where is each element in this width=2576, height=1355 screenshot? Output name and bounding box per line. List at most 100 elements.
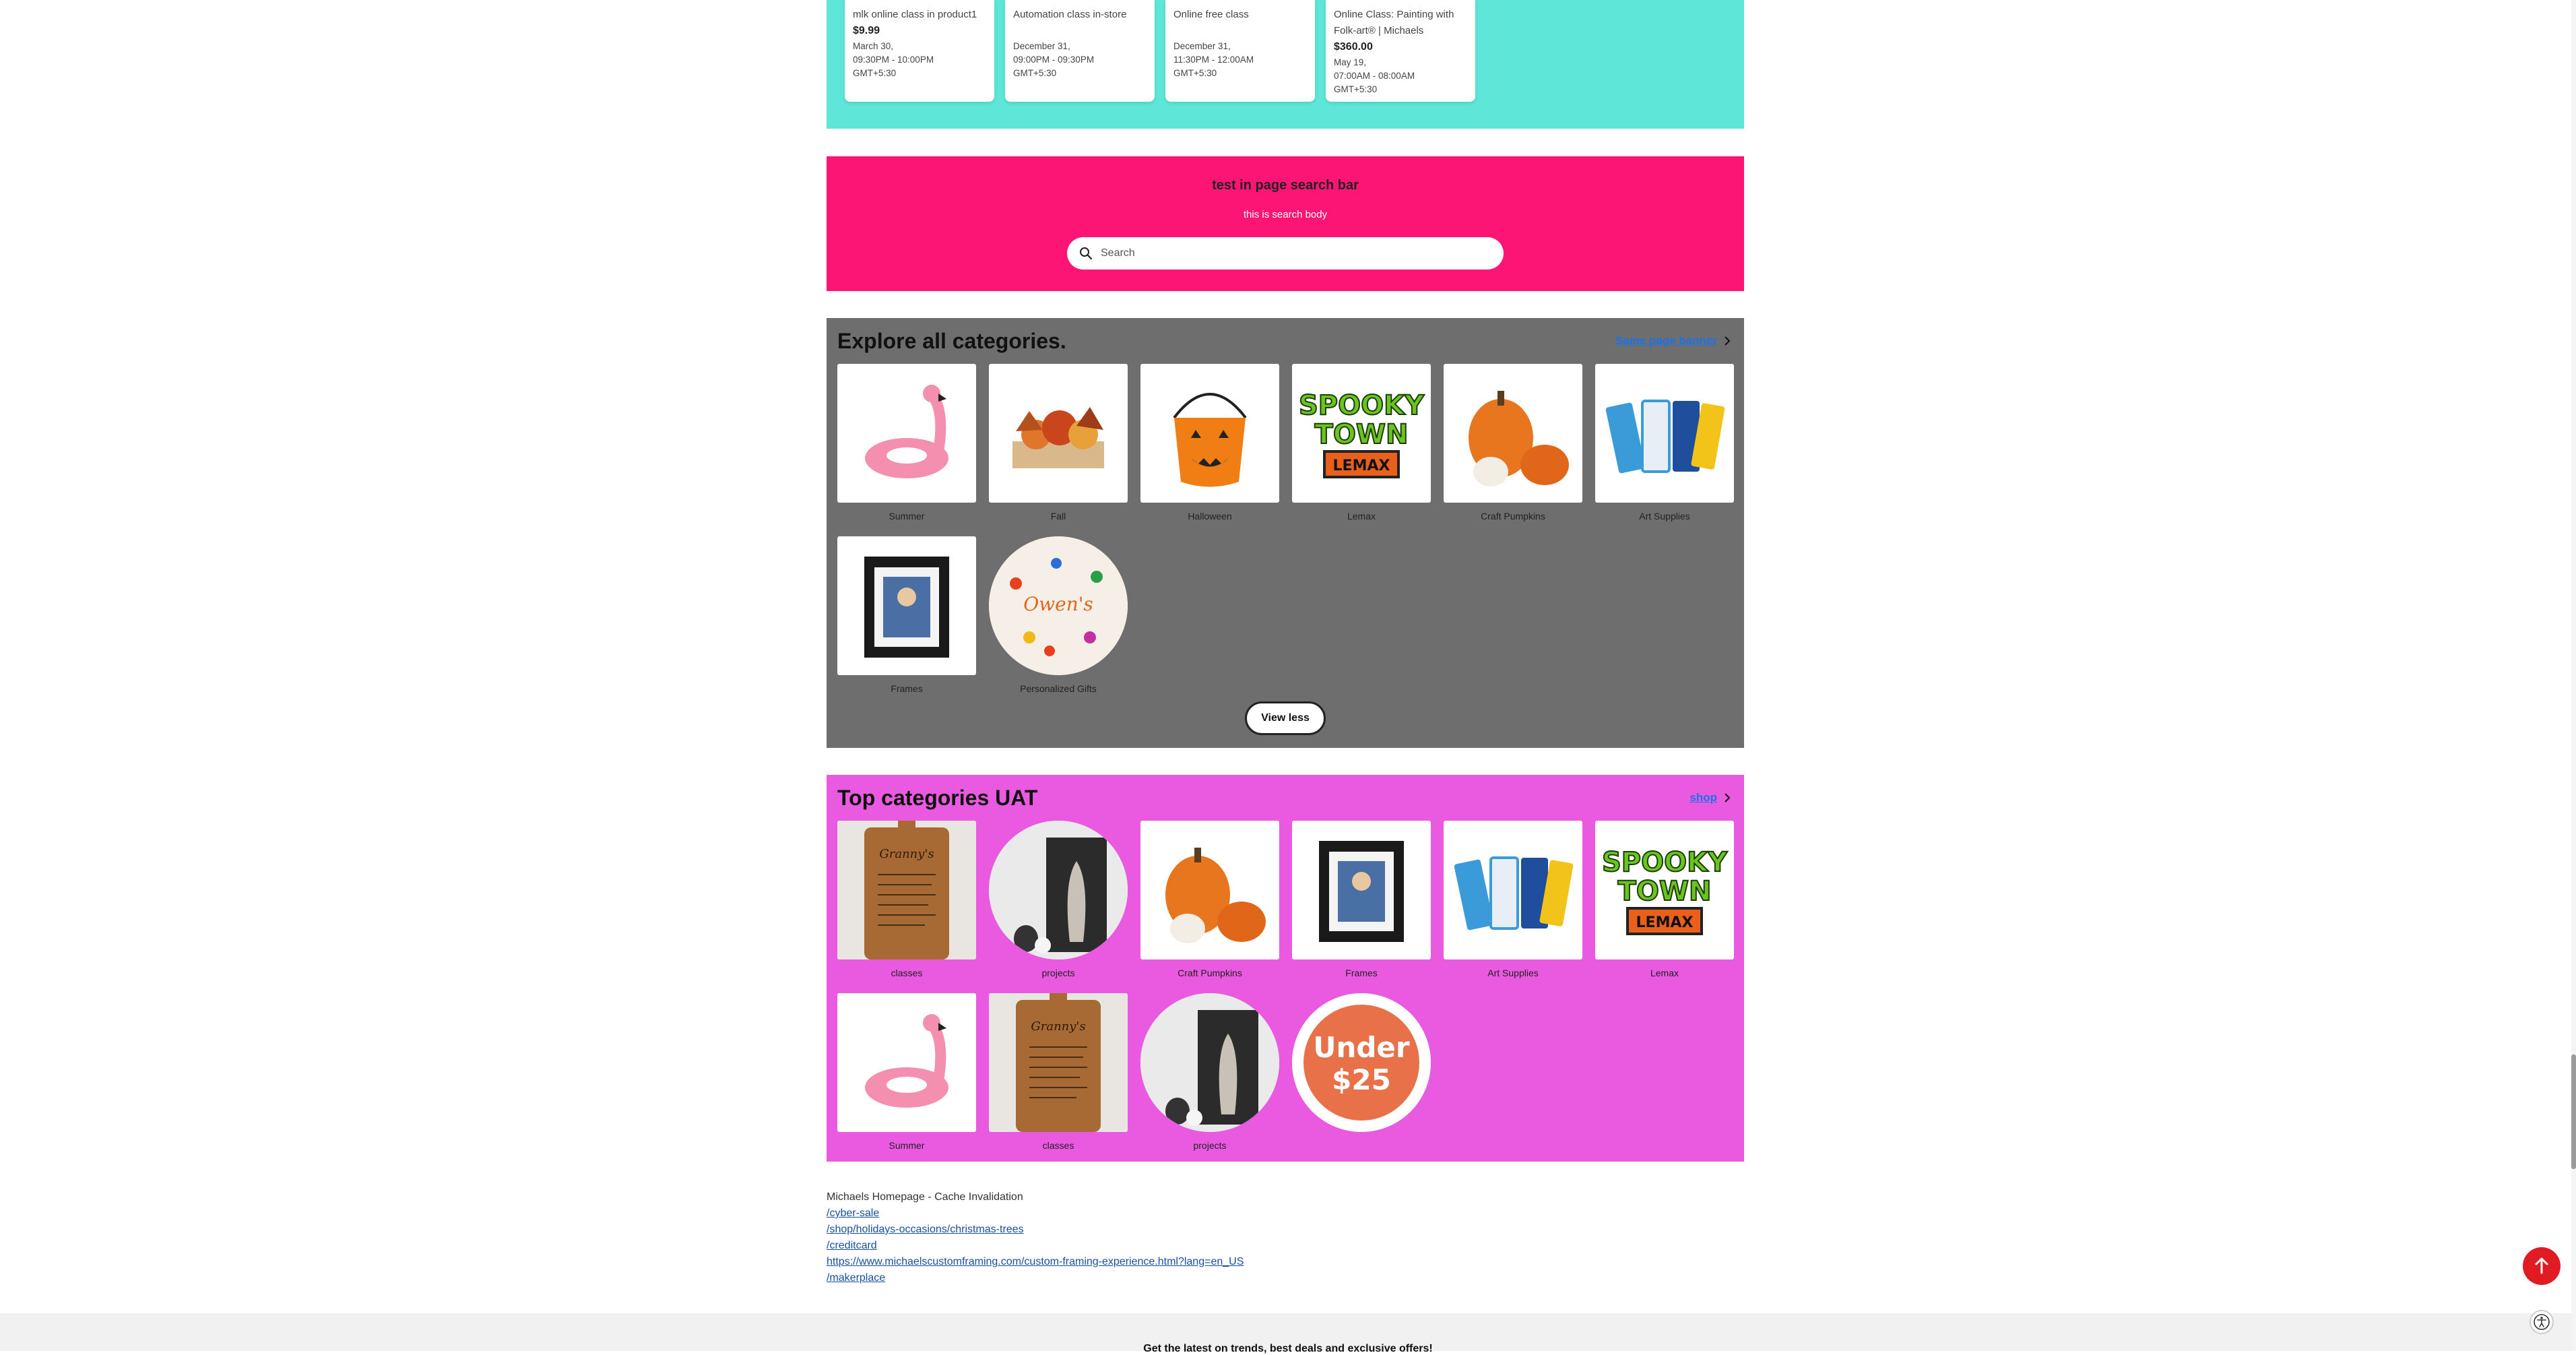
- category-tile-frames[interactable]: Frames: [837, 536, 976, 694]
- links-title: Michaels Homepage - Cache Invalidation: [827, 1191, 1023, 1203]
- class-card[interactable]: Online free class December 31, 11:30PM -…: [1165, 0, 1315, 102]
- category-tile-lemax[interactable]: SPOOKY TOWN LEMAX Lemax: [1292, 364, 1431, 522]
- class-title: Online free class: [1173, 9, 1249, 20]
- class-time: 11:30PM - 12:00AM: [1173, 55, 1254, 65]
- spooky-town-logo-image: SPOOKY TOWN LEMAX: [1595, 821, 1734, 959]
- fall-centerpiece-image: [989, 364, 1128, 503]
- same-page-banner-link[interactable]: Same page banner: [1615, 334, 1731, 348]
- link-creditcard[interactable]: /creditcard: [827, 1238, 1244, 1254]
- category-label: Art Supplies: [1639, 511, 1690, 522]
- class-date: May 19,: [1334, 57, 1367, 67]
- category-tile-art-supplies[interactable]: Art Supplies: [1595, 364, 1734, 522]
- tree-art-image: [989, 821, 1128, 959]
- svg-text:LEMAX: LEMAX: [1636, 914, 1694, 931]
- craft-pumpkins-image: [1444, 364, 1582, 503]
- view-less-button[interactable]: View less: [1245, 701, 1326, 735]
- category-tile-craft-pumpkins[interactable]: Craft Pumpkins: [1444, 364, 1582, 522]
- category-label: classes: [891, 968, 923, 978]
- category-label: Craft Pumpkins: [1178, 968, 1242, 978]
- category-label: Summer: [889, 1140, 925, 1151]
- svg-text:LEMAX: LEMAX: [1333, 458, 1390, 474]
- link-makerplace[interactable]: /makerplace: [827, 1270, 1244, 1286]
- badge-line-1: Under: [1313, 1031, 1410, 1064]
- photo-frame-image: [1292, 821, 1431, 959]
- badge-line-2: $25: [1332, 1063, 1391, 1096]
- newsletter-footer: Get the latest on trends, best deals and…: [0, 1313, 2576, 1354]
- class-card[interactable]: Online Class: Painting with Folk-art® | …: [1326, 0, 1475, 102]
- scroll-to-top-button[interactable]: [2523, 1247, 2561, 1285]
- category-tile-frames[interactable]: Frames: [1292, 821, 1431, 978]
- search-box[interactable]: [1067, 237, 1504, 270]
- chevron-right-icon: [1725, 336, 1731, 346]
- top-categories-section: Top categories UAT shop Granny's classes…: [827, 775, 1744, 1162]
- chevron-right-icon: [1725, 793, 1731, 802]
- class-price: $9.99: [853, 25, 880, 36]
- category-tile-projects[interactable]: projects: [1140, 993, 1279, 1151]
- tree-art-image: [1140, 993, 1279, 1132]
- scrollbar-thumb[interactable]: [2571, 1054, 2576, 1169]
- page-scrollbar[interactable]: [2571, 0, 2576, 1351]
- category-tile-summer[interactable]: Summer: [837, 993, 976, 1151]
- category-tile-lemax[interactable]: SPOOKY TOWN LEMAX Lemax: [1595, 821, 1734, 978]
- class-title: mlk online class in product1: [853, 9, 977, 20]
- class-date: March 30,: [853, 41, 894, 51]
- personalized-plate-image: Owen's: [989, 536, 1128, 675]
- category-tile-classes[interactable]: Granny's classes: [989, 993, 1128, 1151]
- search-input[interactable]: [1099, 247, 1479, 260]
- section-title: Explore all categories.: [837, 329, 1066, 353]
- class-card[interactable]: mlk online class in product1 $9.99 March…: [845, 0, 994, 102]
- category-tile-personalized-gifts[interactable]: Owen's Personalized Gifts: [989, 536, 1128, 694]
- category-label: projects: [1041, 968, 1075, 978]
- category-tile-summer[interactable]: Summer: [837, 364, 976, 522]
- svg-text:Owen's: Owen's: [1023, 593, 1093, 615]
- link-custom-framing[interactable]: https://www.michaelscustomframing.com/cu…: [827, 1254, 1244, 1270]
- class-price: $360.00: [1334, 41, 1373, 53]
- category-tile-fall[interactable]: Fall: [989, 364, 1128, 522]
- flamingo-float-image: [837, 993, 976, 1132]
- classes-carousel-section: mlk online class in product1 $9.99 March…: [827, 0, 1744, 129]
- category-label: Fall: [1050, 511, 1066, 522]
- category-tile-classes[interactable]: Granny's classes: [837, 821, 976, 978]
- link-label: shop: [1689, 791, 1717, 804]
- category-label: Summer: [889, 511, 925, 522]
- category-label: Craft Pumpkins: [1481, 511, 1545, 522]
- category-label: Lemax: [1650, 968, 1679, 978]
- class-price: [1173, 23, 1307, 39]
- category-label: Art Supplies: [1487, 968, 1539, 978]
- flamingo-float-image: [837, 364, 976, 503]
- category-label: Halloween: [1188, 511, 1232, 522]
- link-cyber-sale[interactable]: /cyber-sale: [827, 1205, 1244, 1222]
- svg-text:Granny's: Granny's: [879, 847, 934, 861]
- class-date: December 31,: [1013, 41, 1070, 51]
- svg-text:TOWN: TOWN: [1618, 876, 1712, 907]
- accessibility-button[interactable]: [2530, 1310, 2554, 1334]
- svg-text:TOWN: TOWN: [1315, 419, 1409, 450]
- link-label: Same page banner: [1615, 334, 1717, 347]
- class-timezone: GMT+5:30: [1173, 68, 1217, 78]
- spooky-town-logo-image: SPOOKY TOWN LEMAX: [1292, 364, 1431, 503]
- in-page-search-section: test in page search bar this is search b…: [827, 156, 1744, 291]
- cache-invalidation-links: Michaels Homepage - Cache Invalidation /…: [827, 1189, 1244, 1286]
- photo-frame-image: [837, 536, 976, 675]
- shop-link[interactable]: shop: [1689, 791, 1731, 805]
- arrow-up-icon: [2535, 1257, 2548, 1274]
- explore-categories-section: Explore all categories. Same page banner…: [827, 318, 1744, 748]
- category-tile-under-25[interactable]: Under $25: [1292, 993, 1431, 1140]
- paint-tubes-image: [1444, 821, 1582, 959]
- category-label: Personalized Gifts: [1020, 683, 1097, 694]
- class-timezone: GMT+5:30: [1013, 68, 1057, 78]
- category-tile-art-supplies[interactable]: Art Supplies: [1444, 821, 1582, 978]
- category-label: classes: [1042, 1140, 1074, 1151]
- class-date: December 31,: [1173, 41, 1231, 51]
- class-card[interactable]: Automation class in-store December 31, 0…: [1005, 0, 1155, 102]
- link-christmas-trees[interactable]: /shop/holidays-occasions/christmas-trees: [827, 1222, 1244, 1238]
- pumpkin-bucket-image: [1140, 364, 1279, 503]
- svg-text:Granny's: Granny's: [1031, 1019, 1085, 1034]
- category-tile-craft-pumpkins[interactable]: Craft Pumpkins: [1140, 821, 1279, 978]
- class-time: 09:00PM - 09:30PM: [1013, 55, 1095, 65]
- class-title: Automation class in-store: [1013, 9, 1127, 20]
- category-tile-projects[interactable]: projects: [989, 821, 1128, 978]
- category-tile-halloween[interactable]: Halloween: [1140, 364, 1279, 522]
- category-label: Lemax: [1347, 511, 1376, 522]
- svg-text:SPOOKY: SPOOKY: [1299, 390, 1425, 421]
